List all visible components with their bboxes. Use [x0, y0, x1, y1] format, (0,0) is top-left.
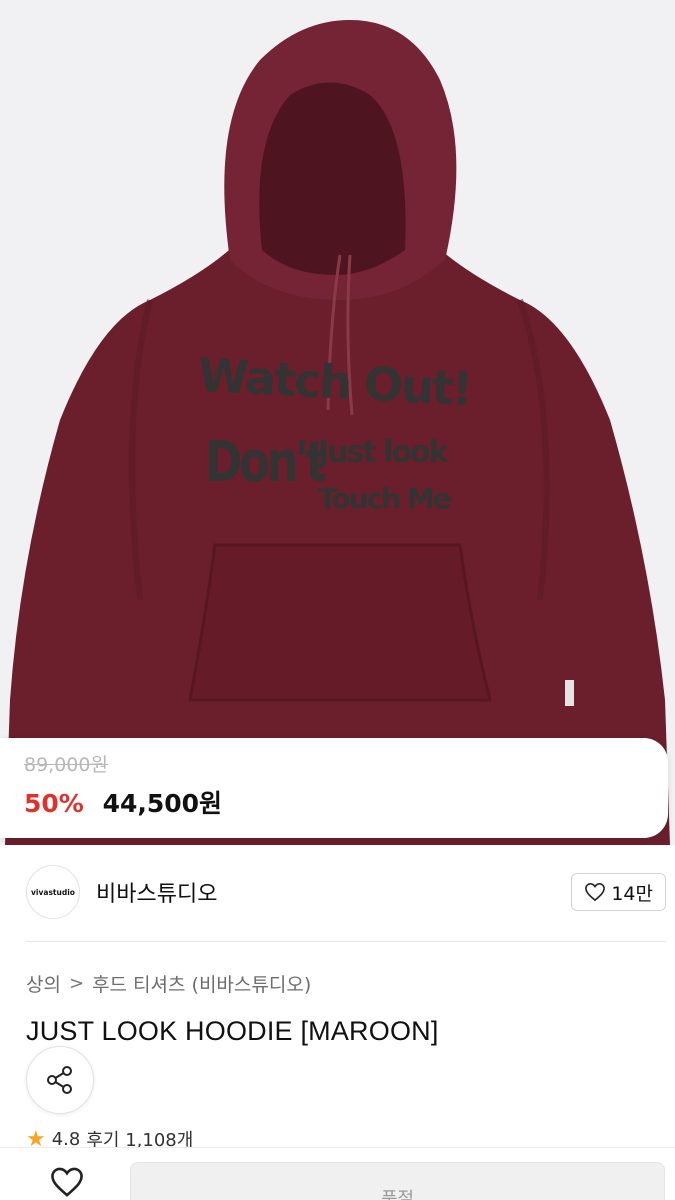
- original-price: 89,000원: [24, 754, 108, 776]
- brand-like-count: 14만: [611, 882, 653, 905]
- share-icon: [47, 1066, 72, 1094]
- breadcrumb: 상의 > 후드 티셔츠 (비바스튜디오): [26, 970, 311, 997]
- bottom-action-bar: 품절: [0, 1147, 675, 1200]
- hoodie-illustration: [0, 0, 675, 845]
- sale-price: 44,500원: [102, 789, 223, 818]
- product-page: Watch Out! Don't Just look Touch Me 89,0…: [0, 0, 675, 1200]
- brand-row[interactable]: vivastudio 비바스튜디오 14만: [26, 862, 666, 922]
- sale-price-row: 50% 44,500원: [24, 784, 222, 820]
- buy-button[interactable]: 품절: [130, 1162, 665, 1200]
- heart-icon: [585, 882, 606, 902]
- product-image[interactable]: Watch Out! Don't Just look Touch Me: [0, 0, 675, 845]
- price-card: 89,000원 50% 44,500원: [0, 738, 668, 838]
- buy-button-label: 품절: [380, 1189, 415, 1200]
- brand-logo[interactable]: vivastudio: [26, 865, 80, 919]
- chevron-right-icon: >: [68, 973, 85, 994]
- wishlist-button[interactable]: [42, 1162, 92, 1200]
- hoodie-print-line: Just look: [318, 435, 449, 470]
- heart-icon: [51, 1167, 83, 1197]
- discount-rate: 50%: [24, 789, 84, 818]
- breadcrumb-category[interactable]: 상의: [26, 970, 61, 997]
- brand-logo-text: vivastudio: [31, 887, 75, 897]
- product-title: JUST LOOK HOODIE [MAROON]: [26, 1016, 439, 1046]
- hoodie-print-line: Touch Me: [318, 482, 452, 515]
- share-button[interactable]: [26, 1046, 94, 1114]
- hoodie-print-line: Don't: [205, 430, 327, 495]
- divider: [26, 941, 666, 942]
- breadcrumb-subcategory[interactable]: 후드 티셔츠 (비바스튜디오): [92, 970, 311, 997]
- brand-name[interactable]: 비바스튜디오: [96, 876, 217, 908]
- brand-like-button[interactable]: 14만: [571, 873, 666, 911]
